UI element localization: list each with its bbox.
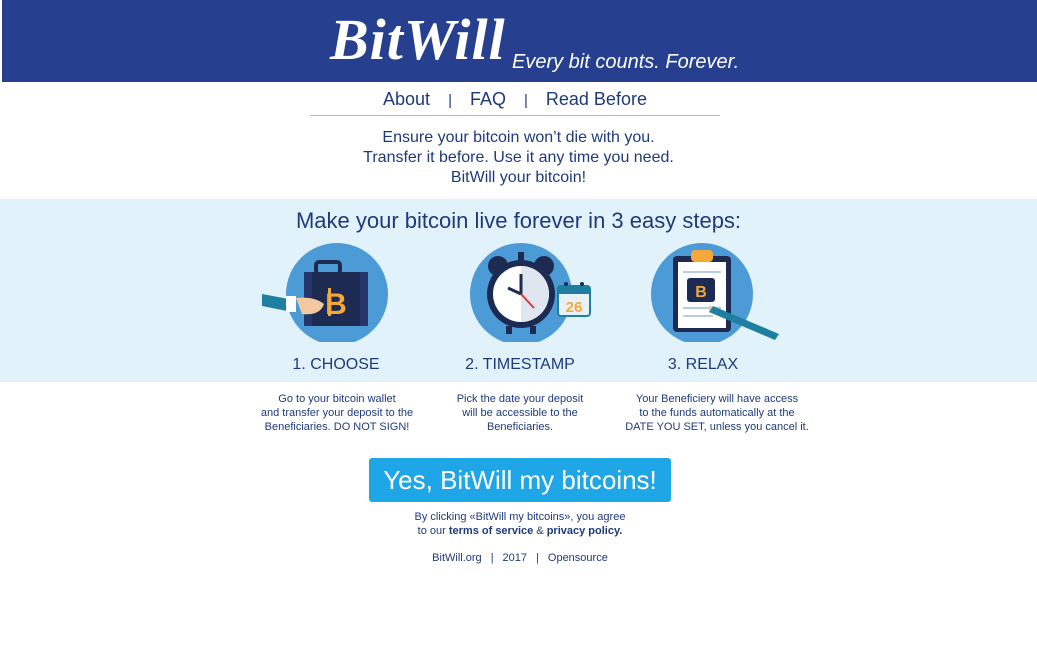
step-desc-line: Beneficiaries. DO NOT SIGN! xyxy=(264,421,410,433)
svg-text:B: B xyxy=(695,284,707,301)
step-desc-line: Your Beneficiery will have access xyxy=(635,393,799,405)
step-desc-line: DATE YOU SET, unless you cancel it. xyxy=(625,421,809,433)
step-desc-line: Beneficiaries. xyxy=(486,421,554,433)
bitwill-my-bitcoins-button[interactable]: Yes, BitWill my bitcoins! xyxy=(369,458,671,502)
agreement-amp: & xyxy=(533,525,547,537)
footer-site-link[interactable]: BitWill.org xyxy=(432,552,482,564)
alarm-clock-calendar-icon: 26 xyxy=(468,242,598,345)
step-desc-line: Go to your bitcoin wallet xyxy=(278,393,396,405)
terms-of-service-link[interactable]: terms of service xyxy=(449,525,533,537)
nav-separator: | xyxy=(523,92,528,109)
step-desc-line: and transfer your deposit to the xyxy=(260,407,414,419)
nav-link-read-before[interactable]: Read Before xyxy=(546,89,647,109)
top-nav: About | FAQ | Read Before xyxy=(310,87,720,116)
step-label-choose: 1. CHOOSE xyxy=(292,356,380,373)
bitcoin-briefcase-icon: B xyxy=(262,242,392,345)
tagline: Every bit counts. Forever. xyxy=(512,51,740,73)
footer-separator: | xyxy=(490,552,494,564)
footer-opensource-link[interactable]: Opensource xyxy=(548,552,608,564)
site-footer: BitWill.org | 2017 | Opensource xyxy=(380,551,660,565)
clipboard-document-icon: B xyxy=(651,242,781,345)
privacy-policy-link[interactable]: privacy policy. xyxy=(547,525,623,537)
step-desc-timestamp: Pick the date your deposit will be acces… xyxy=(425,392,615,434)
agreement-links-line: to our terms of service & privacy policy… xyxy=(350,524,690,538)
bitwill-logo[interactable]: BitWill xyxy=(330,8,510,72)
footer-year: 2017 xyxy=(502,552,528,564)
step-desc-relax: Your Beneficiery will have access to the… xyxy=(622,392,812,434)
step-desc-line: Pick the date your deposit xyxy=(456,393,584,405)
agreement-prefix: to our xyxy=(417,525,449,537)
site-header: BitWill Every bit counts. Forever. xyxy=(2,0,1037,82)
nav-link-about[interactable]: About xyxy=(383,89,430,109)
nav-separator: | xyxy=(448,92,452,109)
calendar-day: 26 xyxy=(566,299,583,316)
intro-text: Ensure your bitcoin won’t die with you. … xyxy=(300,128,737,188)
agreement-line: By clicking «BitWill my bitcoins», you a… xyxy=(414,511,626,523)
intro-line: Ensure your bitcoin won’t die with you. xyxy=(382,129,655,146)
footer-separator: | xyxy=(536,552,539,564)
intro-line: Transfer it before. Use it any time you … xyxy=(363,149,674,166)
logo-text: BitWill xyxy=(330,7,506,72)
intro-line: BitWill your bitcoin! xyxy=(450,169,587,186)
step-desc-line: will be accessible to the xyxy=(462,407,578,419)
nav-link-faq[interactable]: FAQ xyxy=(470,89,506,109)
agreement-text: By clicking «BitWill my bitcoins», you a… xyxy=(350,510,690,538)
step-label-timestamp: 2. TIMESTAMP xyxy=(465,356,575,373)
step-desc-line: to the funds automatically at the xyxy=(639,407,795,419)
step-desc-choose: Go to your bitcoin wallet and transfer y… xyxy=(242,392,432,434)
step-label-relax: 3. RELAX xyxy=(667,356,739,373)
steps-title: Make your bitcoin live forever in 3 easy… xyxy=(295,208,742,233)
